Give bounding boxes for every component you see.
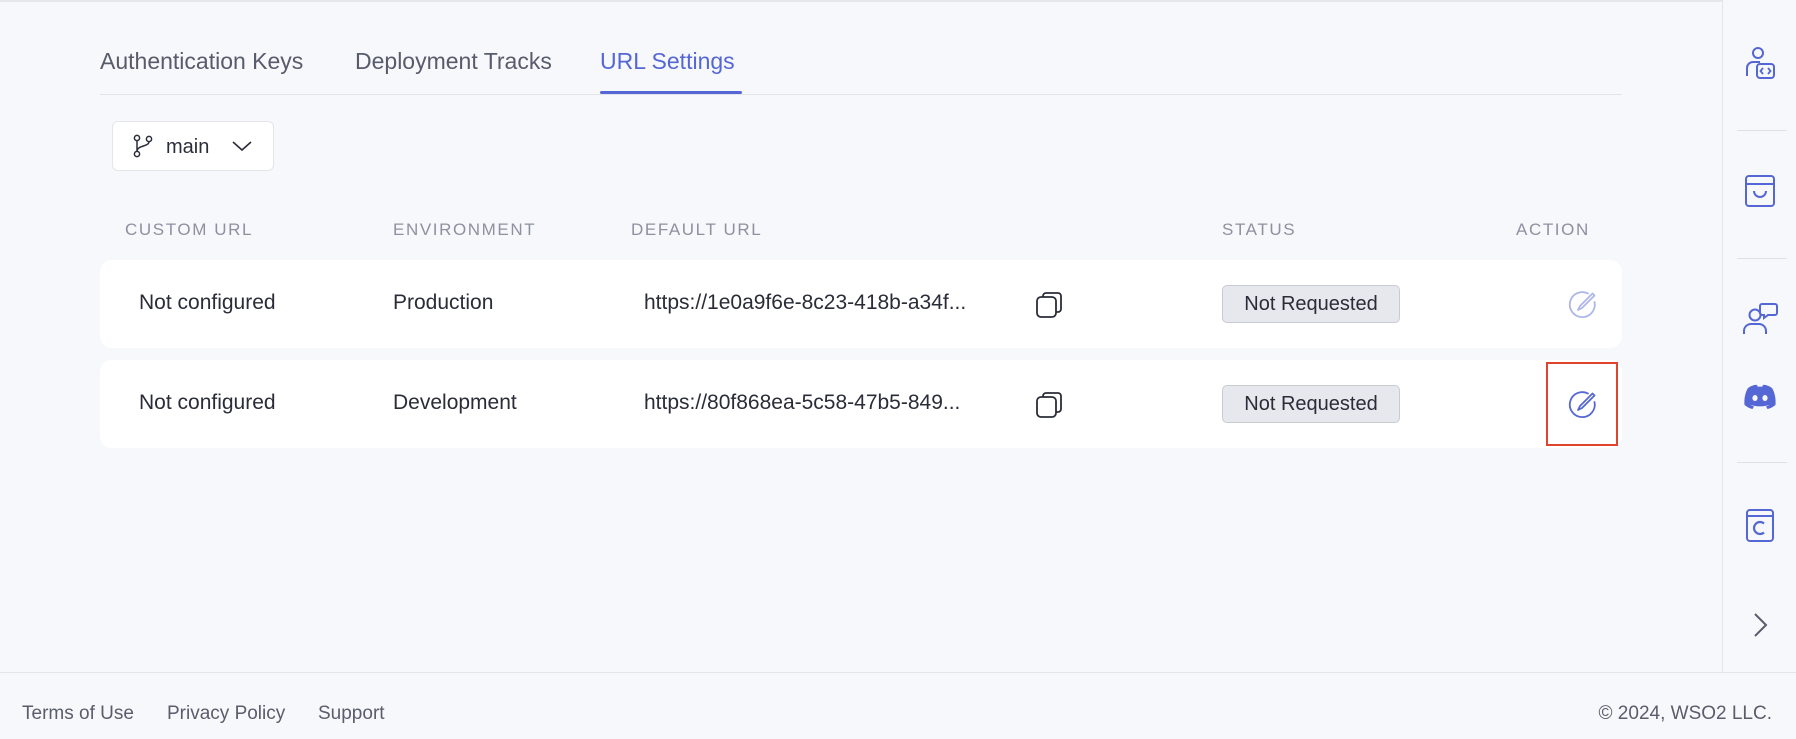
default-url-value: https://80f868ea-5c58-47b5-849... [644,391,961,414]
column-header-environment: ENVIRONMENT [393,220,537,239]
tab-deployment-tracks[interactable]: Deployment Tracks [355,48,552,75]
rail-divider [1737,258,1787,259]
git-branch-icon [133,134,153,158]
discord-icon[interactable] [1740,377,1780,417]
tab-authentication-keys[interactable]: Authentication Keys [100,48,303,75]
support-chat-icon[interactable] [1740,300,1780,340]
environment-value: Development [393,391,517,414]
developer-portal-icon[interactable] [1740,44,1780,84]
edit-icon[interactable] [1566,288,1598,320]
rail-divider [1737,462,1787,463]
edit-highlight-box [1546,362,1618,446]
branch-selector[interactable]: main [112,121,274,171]
copyright: © 2024, WSO2 LLC. [1598,703,1772,724]
custom-url-value: Not configured [139,391,276,414]
branch-label: main [166,136,210,158]
rail-divider [1737,130,1787,131]
status-badge: Not Requested [1222,385,1400,423]
chevron-down-icon [232,141,252,152]
table-row: Not configured Development https://80f86… [100,360,1622,448]
tab-url-settings[interactable]: URL Settings [600,48,735,75]
column-header-action: ACTION [1516,220,1590,239]
status-badge: Not Requested [1222,285,1400,323]
footer-link-privacy[interactable]: Privacy Policy [167,703,285,725]
table-row: Not configured Production https://1e0a9f… [100,260,1622,348]
right-rail [1722,0,1796,672]
default-url-value: https://1e0a9f6e-8c23-418b-a34f... [644,291,967,314]
copy-icon[interactable] [1034,290,1064,320]
tab-bar: Authentication Keys Deployment Tracks UR… [100,28,1622,95]
environment-value: Production [393,291,494,314]
column-header-custom-url: CUSTOM URL [125,220,254,239]
footer-link-terms[interactable]: Terms of Use [22,703,134,725]
console-icon[interactable] [1740,505,1780,545]
custom-url-value: Not configured [139,291,276,314]
footer-link-support[interactable]: Support [318,703,385,725]
copy-icon[interactable] [1034,390,1064,420]
main-content: Authentication Keys Deployment Tracks UR… [0,0,1722,672]
column-header-default-url: DEFAULT URL [631,220,763,239]
active-tab-indicator [600,91,742,94]
chevron-right-icon[interactable] [1740,605,1780,645]
marketplace-icon[interactable] [1740,171,1780,211]
footer: Terms of Use Privacy Policy Support © 20… [0,672,1796,739]
column-header-status: STATUS [1222,220,1297,239]
